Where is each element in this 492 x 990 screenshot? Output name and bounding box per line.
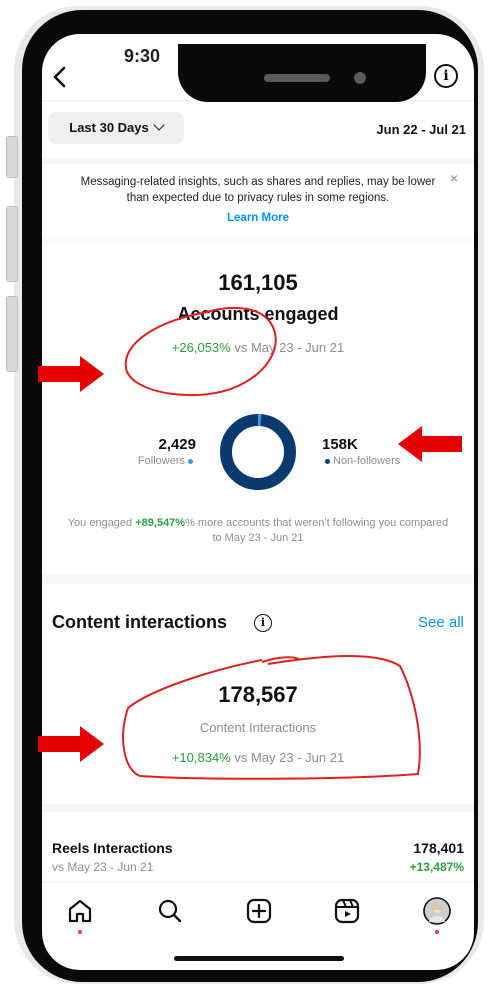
profile-avatar[interactable]	[422, 896, 452, 926]
reels-icon[interactable]	[332, 896, 362, 926]
profile-notification-dot	[435, 930, 439, 934]
content-interactions-compare: vs May 23 - Jun 21	[234, 750, 345, 765]
date-range-text: Jun 22 - Jul 21	[376, 122, 466, 137]
non-followers-stat: 158K Non-followers	[322, 436, 432, 467]
content-interactions-title: Content interactions	[52, 612, 228, 632]
followers-value: 2,429	[158, 436, 196, 453]
followers-stat: 2,429 Followers	[122, 436, 196, 467]
followers-dot	[188, 458, 193, 464]
screen: 9:30 Insights i Last 30 Days Jun 22 - Ju…	[42, 34, 474, 970]
section-divider	[42, 804, 474, 812]
mute-switch	[6, 136, 18, 178]
speaker-grille	[264, 74, 330, 82]
reels-interactions-title: Reels Interactions	[52, 840, 173, 856]
info-icon[interactable]: i	[254, 614, 272, 632]
engaged-note-prefix: You engaged	[67, 517, 133, 529]
followers-legend: Followers	[122, 455, 196, 467]
see-all-link[interactable]: See all	[418, 614, 464, 631]
info-icon[interactable]: i	[434, 64, 458, 88]
content-interactions-value: 178,567	[218, 682, 298, 707]
engaged-note-suffix: % more accounts that weren't following y…	[185, 517, 449, 544]
engaged-note: You engaged +89,547%% more accounts that…	[62, 516, 454, 546]
date-range-dropdown[interactable]: Last 30 Days	[48, 112, 184, 144]
donut-non-followers	[220, 414, 296, 490]
privacy-notice: Messaging-related insights, such as shar…	[80, 176, 436, 204]
accounts-engaged-label: Accounts engaged	[177, 304, 339, 324]
chevron-down-icon	[153, 119, 165, 131]
accounts-engaged-value: 161,105	[218, 270, 298, 295]
content-interactions-label: Content Interactions	[199, 720, 317, 735]
tabbar-divider	[42, 882, 474, 883]
content-interactions-delta: +10,834%	[171, 750, 231, 765]
learn-more-link[interactable]: Learn More	[42, 212, 474, 224]
accounts-engaged-compare: vs May 23 - Jun 21	[234, 340, 345, 355]
search-icon[interactable]	[155, 896, 185, 926]
volume-up-button	[6, 206, 18, 282]
followers-label: Followers	[137, 455, 185, 467]
home-icon[interactable]	[65, 896, 95, 926]
volume-down-button	[6, 296, 18, 372]
status-time: 9:30	[124, 46, 161, 66]
close-icon[interactable]: ×	[450, 170, 458, 186]
engaged-note-value: +89,547%	[135, 517, 186, 529]
section-divider	[42, 574, 474, 584]
notch	[178, 44, 426, 102]
content-interactions-delta-row: +10,834% vs May 23 - Jun 21	[42, 750, 474, 765]
accounts-engaged-delta: +26,053%	[171, 340, 231, 355]
reels-interactions-delta: +13,487%	[409, 860, 464, 874]
non-followers-value: 158K	[322, 436, 358, 453]
audience-donut-chart	[220, 414, 296, 490]
non-followers-label: Non-followers	[333, 455, 401, 467]
section-divider	[42, 238, 474, 244]
non-followers-legend: Non-followers	[322, 455, 432, 467]
reels-interactions-compare: vs May 23 - Jun 21	[52, 860, 154, 874]
date-range-label: Last 30 Days	[69, 120, 149, 135]
create-icon[interactable]	[244, 896, 274, 926]
accounts-engaged-delta-row: +26,053% vs May 23 - Jun 21	[42, 340, 474, 355]
non-followers-dot	[325, 458, 330, 464]
home-notification-dot	[78, 930, 82, 934]
reels-interactions-value: 178,401	[413, 840, 464, 856]
section-divider	[42, 158, 474, 164]
front-camera	[354, 72, 366, 84]
home-indicator	[174, 956, 344, 961]
